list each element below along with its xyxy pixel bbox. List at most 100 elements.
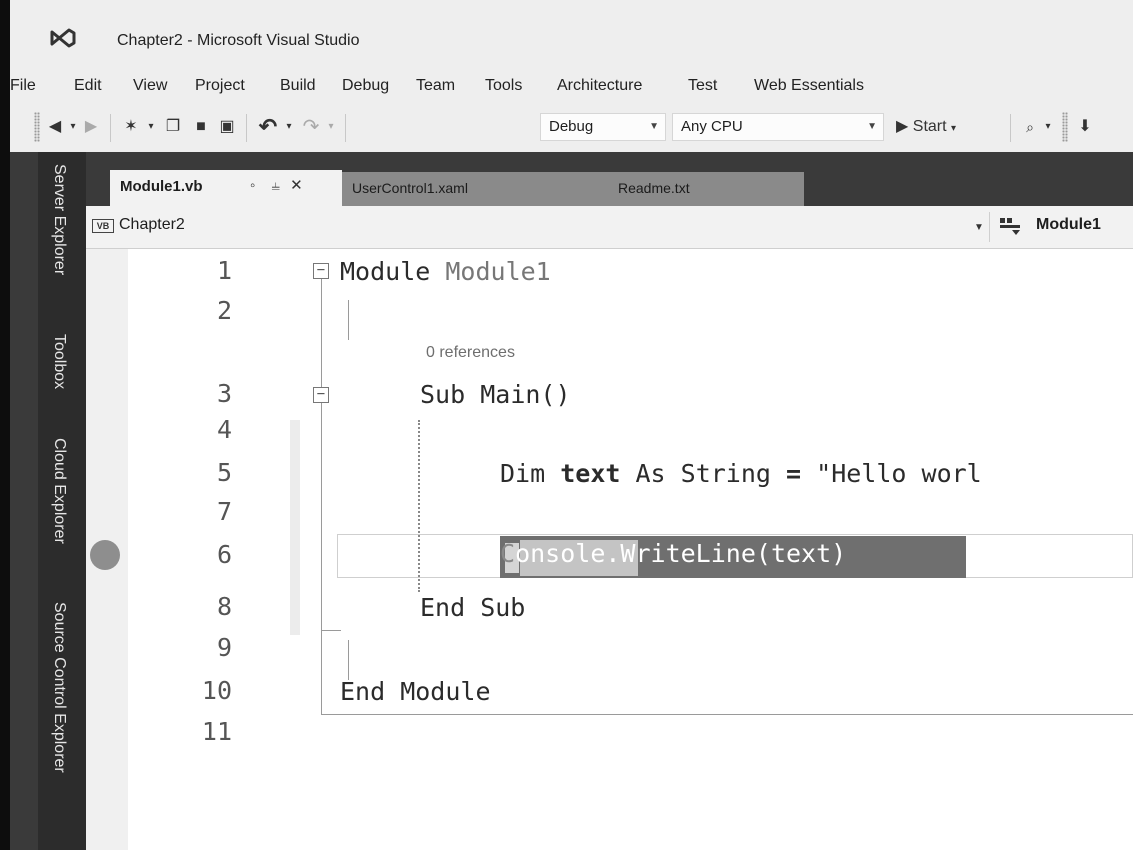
open-file-icon[interactable]: ❐ [160,114,186,140]
menu-web-essentials[interactable]: Web Essentials [754,77,864,95]
project-dropdown[interactable]: Chapter2 [119,216,185,234]
configuration-value: Debug [549,118,594,135]
pin-icon[interactable]: ⫨ [272,177,280,194]
menu-architecture[interactable]: Architecture [557,77,642,95]
new-project-dropdown-icon[interactable]: ▾ [144,114,158,140]
line-number: 10 [201,676,232,705]
outline-guide [348,300,349,340]
identifier: text [560,459,621,488]
toolbar-grip[interactable] [1062,112,1068,142]
save-icon[interactable]: ■ [188,114,214,140]
menu-debug[interactable]: Debug [342,77,389,95]
toolbar-overflow-icon[interactable]: ▾ [1042,114,1054,140]
menu-test[interactable]: Test [688,77,717,95]
menu-project[interactable]: Project [195,77,245,95]
line-number: 11 [201,717,232,746]
line-number: 7 [216,497,232,526]
codelens-references[interactable]: 0 references [426,344,515,362]
change-tracking-bar [290,420,300,635]
chevron-down-icon[interactable]: ▼ [974,222,984,233]
window-edge [0,0,10,850]
toolbar-grip[interactable] [34,112,40,142]
chevron-down-icon: ▾ [951,123,957,134]
line-number: 6 [216,540,232,569]
member-dropdown[interactable]: Module1 [1036,216,1101,234]
platform-dropdown[interactable]: Any CPU ▼ [672,113,884,141]
new-project-icon[interactable]: ✶ [118,114,144,140]
chevron-down-icon: ▼ [867,121,877,132]
line-number: 1 [216,256,232,285]
outline-guide [348,640,349,680]
deploy-icon[interactable]: ⬇ [1072,114,1098,140]
start-icon: ▶︎ [896,118,909,135]
forward-icon[interactable]: ▶︎ [80,114,102,140]
window-title: Chapter2 - Microsoft Visual Studio [117,32,360,49]
collapse-icon[interactable]: − [313,263,329,279]
configuration-dropdown[interactable]: Debug ▼ [540,113,666,141]
code-line-10[interactable]: End Module [340,677,491,706]
modified-icon: ◦ [250,177,256,194]
toolbar-separator [246,114,247,142]
outline-guide [321,630,341,631]
line-number: 2 [216,296,232,325]
identifier: onsole [515,539,606,568]
menu-file[interactable]: File [10,77,36,95]
redo-icon[interactable]: ↷ [298,114,324,140]
keyword: As String [635,459,771,488]
menu-team[interactable]: Team [416,77,455,95]
tab-readme-label: Readme.txt [618,180,690,196]
keyword: Dim [500,459,546,488]
module-icon [1000,218,1020,235]
code-line-5[interactable]: Dim text As String = "Hello worl [500,459,982,488]
keyword: Module [340,257,431,286]
menu-view[interactable]: View [133,77,167,95]
dock-tab-toolbox[interactable]: Toolbox [38,334,68,424]
back-icon[interactable]: ◀︎ [44,114,66,140]
identifier: Module1 [445,257,551,286]
tab-module1-label: Module1.vb [120,178,203,195]
breakpoint-icon[interactable] [90,540,120,570]
undo-dropdown-icon[interactable]: ▾ [282,114,296,140]
menu-tools[interactable]: Tools [485,77,522,95]
code-line-3[interactable]: Sub Main() [420,380,571,409]
start-label: Start [912,118,947,135]
dock-tab-cloud-explorer[interactable]: Cloud Explorer [38,438,68,588]
toolbar-separator [1010,114,1011,142]
code-line-8[interactable]: End Sub [420,593,525,622]
method-call: .WriteLine(text) [605,539,847,568]
undo-icon[interactable]: ↶ [254,114,282,140]
menu-edit[interactable]: Edit [74,77,102,95]
save-all-icon[interactable]: ▣ [214,114,240,140]
identifier: Main() [480,380,571,409]
line-number: 9 [216,633,232,662]
line-number: 8 [216,592,232,621]
code-line-1[interactable]: Module Module1 [340,257,551,286]
tab-usercontrol1-label: UserControl1.xaml [352,180,468,196]
platform-value: Any CPU [681,118,743,135]
start-button[interactable]: ▶︎ Start ▾ [896,114,980,140]
indent-guide [418,420,420,592]
visual-studio-icon [50,28,76,48]
tab-module1-actions: ◦ ⫨ ✕ [250,176,303,194]
redo-dropdown-icon[interactable]: ▾ [324,114,338,140]
operator: = [786,459,802,488]
string-literal: "Hello worl [816,459,982,488]
back-dropdown-icon[interactable]: ▾ [66,114,80,140]
dock-tab-server-explorer[interactable]: Server Explorer [38,164,68,314]
navbar-separator [989,212,990,242]
close-icon[interactable]: ✕ [290,177,303,194]
collapse-icon[interactable]: − [313,387,329,403]
identifier: C [500,539,516,568]
line-number: 5 [216,458,232,487]
find-icon[interactable]: ⌕ [1018,114,1042,140]
keyword: Sub [420,380,466,409]
line-number: 4 [216,415,232,444]
outline-guide [321,714,1133,715]
line-number: 3 [216,379,232,408]
menu-build[interactable]: Build [280,77,316,95]
code-line-6[interactable]: Console.WriteLine(text) [500,539,846,568]
toolbar-separator [345,114,346,142]
dock-tab-source-control-explorer[interactable]: Source Control Explorer [38,602,68,842]
toolbar-separator [110,114,111,142]
vb-project-icon: VB [92,219,114,233]
